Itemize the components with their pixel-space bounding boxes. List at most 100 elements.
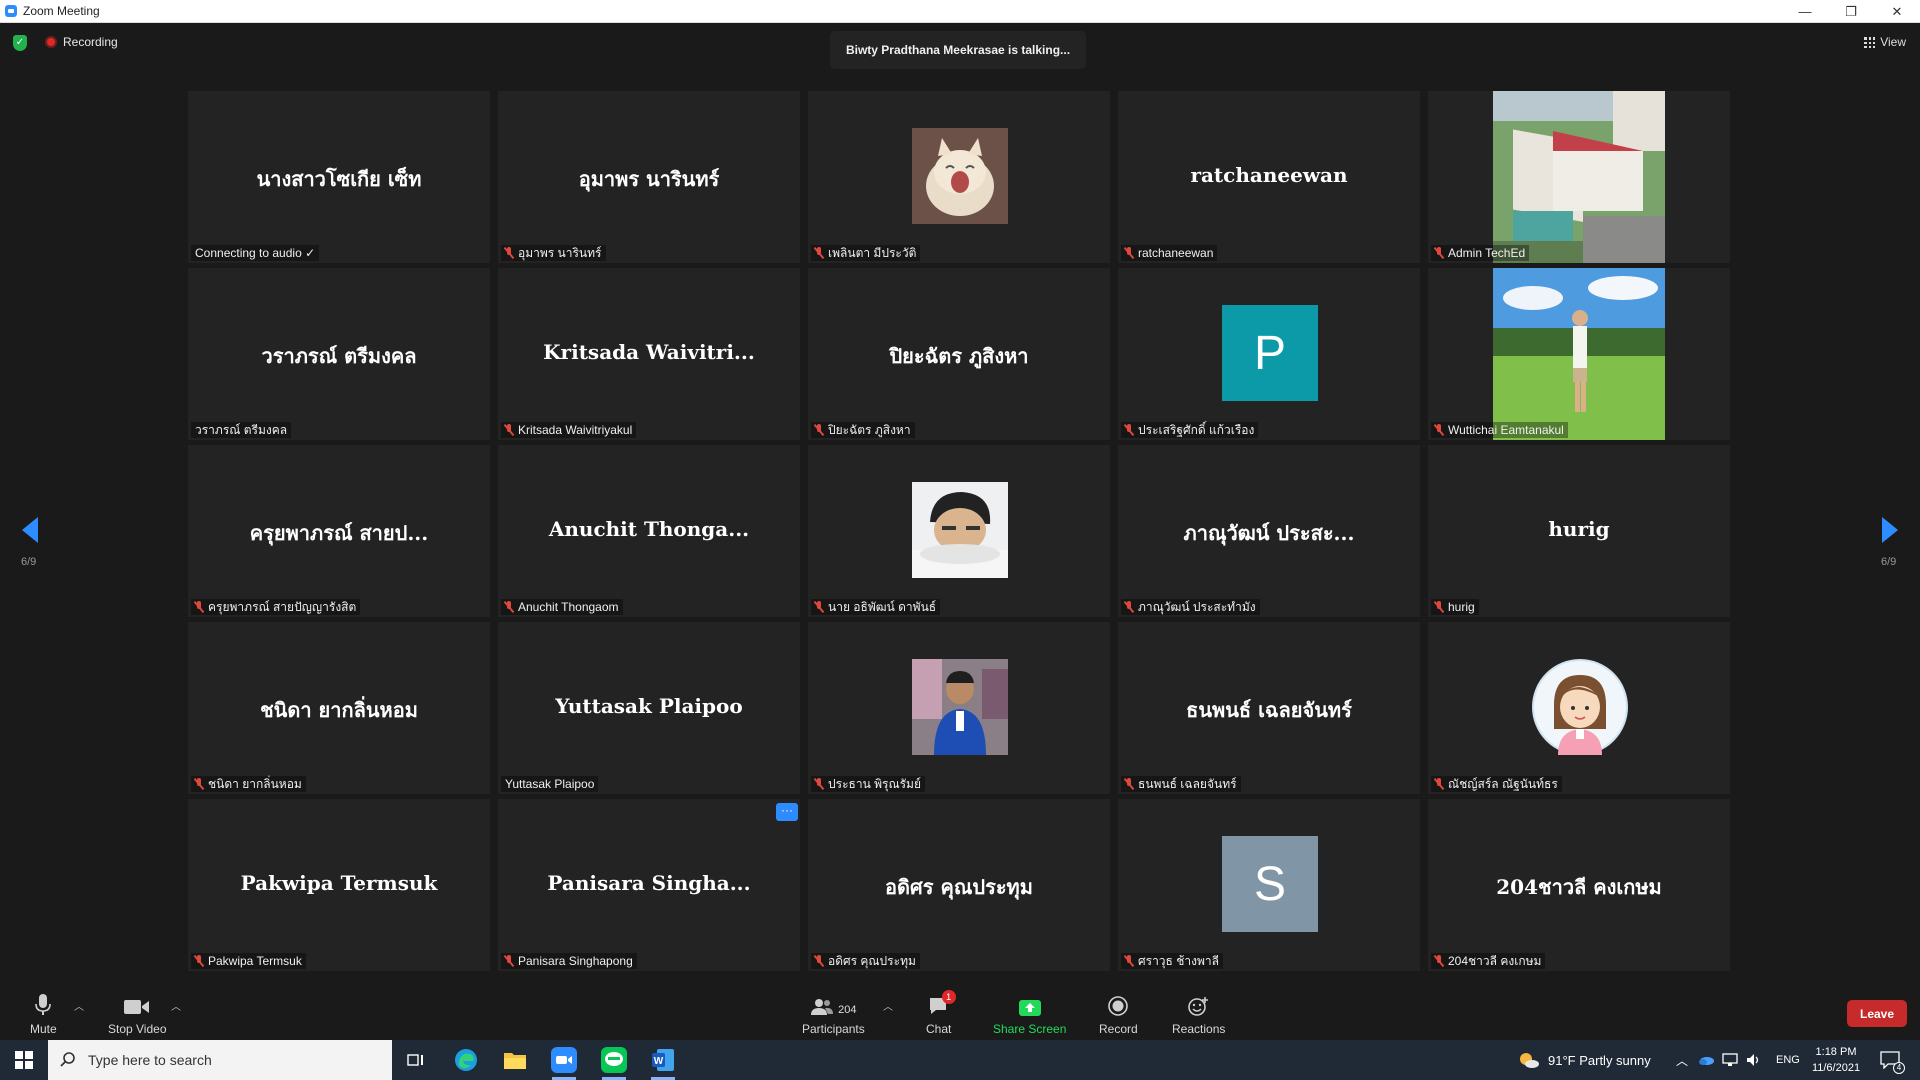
participant-tile[interactable]: hurig hurig bbox=[1428, 445, 1730, 617]
meeting-toolbar: Mute ︿ Stop Video ︿ 204 Participants ︿ 1… bbox=[0, 980, 1920, 1040]
volume-icon[interactable] bbox=[1746, 1053, 1762, 1067]
participant-name-text: hurig bbox=[1448, 600, 1475, 614]
participant-display-name: Pakwipa Termsuk bbox=[240, 871, 438, 895]
participant-tile[interactable]: อุมาพร นารินทร์ อุมาพร นารินทร์ bbox=[498, 91, 800, 263]
record-label: Record bbox=[1099, 1022, 1138, 1036]
security-shield-icon[interactable]: ✓ bbox=[13, 35, 27, 51]
weather-widget[interactable]: 91°F Partly sunny bbox=[1518, 1040, 1651, 1080]
participant-name-label: ครุยพาภรณ์ สายปัญญารังสิต bbox=[191, 599, 361, 615]
participant-tile[interactable]: Pakwipa Termsuk Pakwipa Termsuk bbox=[188, 799, 490, 971]
page-indicator-left: 6/9 bbox=[21, 556, 37, 568]
chat-button[interactable]: 1 Chat bbox=[926, 990, 956, 1036]
share-screen-button[interactable]: Share Screen bbox=[993, 994, 1066, 1036]
participant-name-label: Admin TechEd bbox=[1431, 245, 1530, 261]
video-gallery-grid: นางสาวโซเกีย เซ็ท Connecting to audio ✓ อุ… bbox=[188, 91, 1732, 971]
restore-button[interactable]: ❐ bbox=[1828, 0, 1874, 23]
participant-tile[interactable]: P ประเสริฐศักดิ์ แก้วเรือง bbox=[1118, 268, 1420, 440]
participant-name-text: Admin TechEd bbox=[1448, 246, 1526, 260]
participant-tile[interactable]: วราภรณ์ ตรีมงคล วราภรณ์ ตรีมงคล bbox=[188, 268, 490, 440]
participant-tile[interactable]: Panisara Singha... ··· Panisara Singhapong bbox=[498, 799, 800, 971]
participant-name-label: Connecting to audio ✓ bbox=[191, 245, 320, 261]
participant-tile[interactable]: S ศราวุธ ช้างพาลี bbox=[1118, 799, 1420, 971]
network-icon[interactable] bbox=[1722, 1053, 1738, 1067]
language-indicator[interactable]: ENG bbox=[1776, 1054, 1800, 1066]
recording-indicator[interactable]: Recording bbox=[45, 35, 118, 49]
participant-tile[interactable]: เพลินตา มีประวัติ bbox=[808, 91, 1110, 263]
reactions-button[interactable]: Reactions bbox=[1172, 994, 1225, 1036]
file-explorer-icon[interactable] bbox=[501, 1046, 529, 1074]
participant-tile[interactable]: ประธาน พิรุณรัมย์ bbox=[808, 622, 1110, 794]
show-hidden-icons-icon[interactable]: ︿ bbox=[1676, 1052, 1688, 1069]
windows-start-icon[interactable] bbox=[10, 1046, 38, 1074]
onedrive-icon[interactable] bbox=[1698, 1054, 1715, 1066]
task-view-icon[interactable] bbox=[402, 1046, 430, 1074]
mute-button[interactable]: Mute bbox=[30, 994, 57, 1036]
participant-tile[interactable]: Kritsada Waivitri... Kritsada Waivitriyak… bbox=[498, 268, 800, 440]
view-button[interactable]: View bbox=[1864, 35, 1906, 49]
participant-name-label: Pakwipa Termsuk bbox=[191, 953, 306, 969]
participants-caret-icon[interactable]: ︿ bbox=[883, 998, 893, 1013]
muted-microphone-icon bbox=[1434, 424, 1444, 436]
close-button[interactable]: ✕ bbox=[1874, 0, 1920, 23]
participant-tile[interactable]: ภาณุวัฒน์ ประสะ... ภาณุวัฒน์ ประสะทำมัง bbox=[1118, 445, 1420, 617]
participant-display-name: ครุยพาภรณ์ สายป... bbox=[249, 521, 429, 545]
participant-display-name: hurig bbox=[1548, 517, 1610, 541]
building-photo bbox=[1493, 91, 1665, 263]
muted-microphone-icon bbox=[814, 424, 824, 436]
participant-name-label: ชนิดา ยากลิ่นหอม bbox=[191, 776, 306, 792]
participant-name-label: ศราวุธ ช้างพาลี bbox=[1121, 953, 1223, 969]
participant-name-text: อดิศร คุณประทุม bbox=[828, 953, 916, 968]
minimize-button[interactable]: — bbox=[1782, 0, 1828, 23]
participant-name-text: ประธาน พิรุณรัมย์ bbox=[828, 776, 921, 791]
participant-name-text: ธนพนธ์ เฉลยจันทร์ bbox=[1138, 776, 1237, 791]
next-page-arrow-icon[interactable] bbox=[1880, 515, 1900, 545]
participant-tile[interactable]: 204ชาวลี คงเกษม 204ชาวลี คงเกษม bbox=[1428, 799, 1730, 971]
participant-tile[interactable]: Wuttichai Eamtanakul bbox=[1428, 268, 1730, 440]
taskbar-clock[interactable]: 1:18 PM 11/6/2021 bbox=[1808, 1044, 1864, 1076]
participant-tile[interactable]: นางสาวโซเกีย เซ็ท Connecting to audio ✓ bbox=[188, 91, 490, 263]
stop-video-label: Stop Video bbox=[108, 1022, 167, 1036]
weather-text: 91°F Partly sunny bbox=[1548, 1052, 1651, 1068]
participant-tile[interactable]: ธนพนธ์ เฉลยจันทร์ ธนพนธ์ เฉลยจันทร์ bbox=[1118, 622, 1420, 794]
window-title: Zoom Meeting bbox=[23, 4, 100, 18]
participant-tile[interactable]: อดิศร คุณประทุม อดิศร คุณประทุม bbox=[808, 799, 1110, 971]
participant-tile[interactable]: ratchaneewan ratchaneewan bbox=[1118, 91, 1420, 263]
audio-options-caret-icon[interactable]: ︿ bbox=[74, 998, 84, 1013]
search-placeholder: Type here to search bbox=[88, 1052, 212, 1068]
participants-count: 204 bbox=[838, 1004, 857, 1016]
share-screen-label: Share Screen bbox=[993, 1022, 1067, 1036]
system-tray: ︿ ENG bbox=[1676, 1040, 1800, 1080]
record-button[interactable]: Record bbox=[1099, 994, 1138, 1036]
previous-page-arrow-icon[interactable] bbox=[20, 515, 40, 545]
page-indicator-right: 6/9 bbox=[1881, 556, 1897, 568]
word-app-icon[interactable]: W bbox=[649, 1046, 677, 1080]
participant-name-text: ครุยพาภรณ์ สายปัญญารังสิต bbox=[208, 599, 357, 614]
participant-tile[interactable]: นาย อธิพัฒน์ ดาพันธ์ bbox=[808, 445, 1110, 617]
video-options-caret-icon[interactable]: ︿ bbox=[171, 998, 181, 1013]
participant-display-name: อุมาพร นารินทร์ bbox=[578, 167, 720, 191]
participant-tile[interactable]: Admin TechEd bbox=[1428, 91, 1730, 263]
participant-display-name: ภาณุวัฒน์ ประสะ... bbox=[1183, 521, 1355, 545]
stop-video-button[interactable]: Stop Video bbox=[108, 994, 167, 1036]
participant-tile[interactable]: Yuttasak Plaipoo Yuttasak Plaipoo bbox=[498, 622, 800, 794]
cat-photo bbox=[912, 128, 1008, 224]
leave-button[interactable]: Leave bbox=[1847, 1000, 1907, 1027]
participant-tile[interactable]: Anuchit Thonga... Anuchit Thongaom bbox=[498, 445, 800, 617]
participant-tile[interactable]: ชนิดา ยากลิ่นหอม ชนิดา ยากลิ่นหอม bbox=[188, 622, 490, 794]
participants-button[interactable]: 204 Participants bbox=[802, 994, 865, 1036]
zoom-taskbar-icon[interactable] bbox=[550, 1046, 578, 1080]
taskbar-search-box[interactable]: Type here to search bbox=[48, 1040, 392, 1080]
participant-tile[interactable]: ปิยะฉัตร ภูสิงหา ปิยะฉัตร ภูสิงหา bbox=[808, 268, 1110, 440]
more-options-button[interactable]: ··· bbox=[776, 803, 798, 821]
participant-name-text: วราภรณ์ ตรีมงคล bbox=[195, 422, 288, 437]
muted-microphone-icon bbox=[814, 955, 824, 967]
edge-browser-icon[interactable] bbox=[452, 1046, 480, 1074]
participant-tile[interactable]: ณัชญ์สร์ล ณัฐนันท์ธร bbox=[1428, 622, 1730, 794]
line-app-icon[interactable] bbox=[600, 1046, 628, 1080]
notification-center-icon[interactable]: 4 bbox=[1876, 1046, 1905, 1074]
participant-name-label: Anuchit Thongaom bbox=[501, 599, 623, 615]
clock-date: 11/6/2021 bbox=[1811, 1062, 1861, 1074]
participant-name-label: 204ชาวลี คงเกษม bbox=[1431, 953, 1546, 969]
participant-display-name: 204ชาวลี คงเกษม bbox=[1496, 875, 1662, 899]
participant-tile[interactable]: ครุยพาภรณ์ สายป... ครุยพาภรณ์ สายปัญญารัง… bbox=[188, 445, 490, 617]
